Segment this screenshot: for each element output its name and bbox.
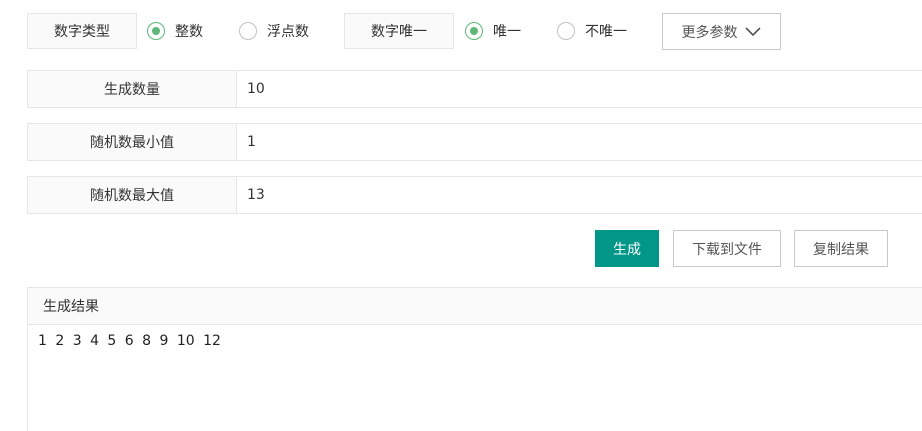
download-button[interactable]: 下载到文件 xyxy=(673,230,781,267)
min-label: 随机数最小值 xyxy=(28,124,237,160)
radio-checked-icon xyxy=(465,22,483,40)
count-row: 生成数量 xyxy=(27,70,922,108)
radio-float[interactable]: 浮点数 xyxy=(239,13,309,49)
radio-unique-label: 唯一 xyxy=(493,24,521,40)
radio-checked-icon xyxy=(147,22,165,40)
number-type-label: 数字类型 xyxy=(27,13,137,49)
copy-button[interactable]: 复制结果 xyxy=(794,230,888,267)
radio-not-unique[interactable]: 不唯一 xyxy=(557,13,627,49)
generate-button[interactable]: 生成 xyxy=(595,230,659,267)
min-input[interactable] xyxy=(237,124,922,160)
radio-unchecked-icon xyxy=(557,22,575,40)
radio-float-label: 浮点数 xyxy=(267,24,309,40)
radio-unchecked-icon xyxy=(239,22,257,40)
count-input[interactable] xyxy=(237,71,922,107)
result-panel: 生成结果 1 2 3 4 5 6 8 9 10 12 xyxy=(27,287,922,431)
radio-unique[interactable]: 唯一 xyxy=(465,13,521,49)
count-label: 生成数量 xyxy=(28,71,237,107)
radio-not-unique-label: 不唯一 xyxy=(585,24,627,40)
max-label: 随机数最大值 xyxy=(28,177,237,213)
min-row: 随机数最小值 xyxy=(27,123,922,161)
max-input[interactable] xyxy=(237,177,922,213)
uniqueness-label: 数字唯一 xyxy=(344,13,454,49)
result-textarea[interactable]: 1 2 3 4 5 6 8 9 10 12 xyxy=(28,325,922,431)
chevron-down-icon xyxy=(744,26,762,38)
random-number-generator: 数字类型 整数 浮点数 数字唯一 唯一 不唯一 更多参数 生成数量 10 随机数… xyxy=(0,0,922,431)
radio-integer-label: 整数 xyxy=(175,24,203,40)
result-title: 生成结果 xyxy=(28,288,922,325)
more-params-label: 更多参数 xyxy=(681,24,738,41)
radio-integer[interactable]: 整数 xyxy=(147,13,203,49)
more-params-button[interactable]: 更多参数 xyxy=(662,13,781,50)
max-row: 随机数最大值 xyxy=(27,176,922,214)
options-row: 数字类型 整数 浮点数 数字唯一 唯一 不唯一 更多参数 xyxy=(0,0,922,60)
